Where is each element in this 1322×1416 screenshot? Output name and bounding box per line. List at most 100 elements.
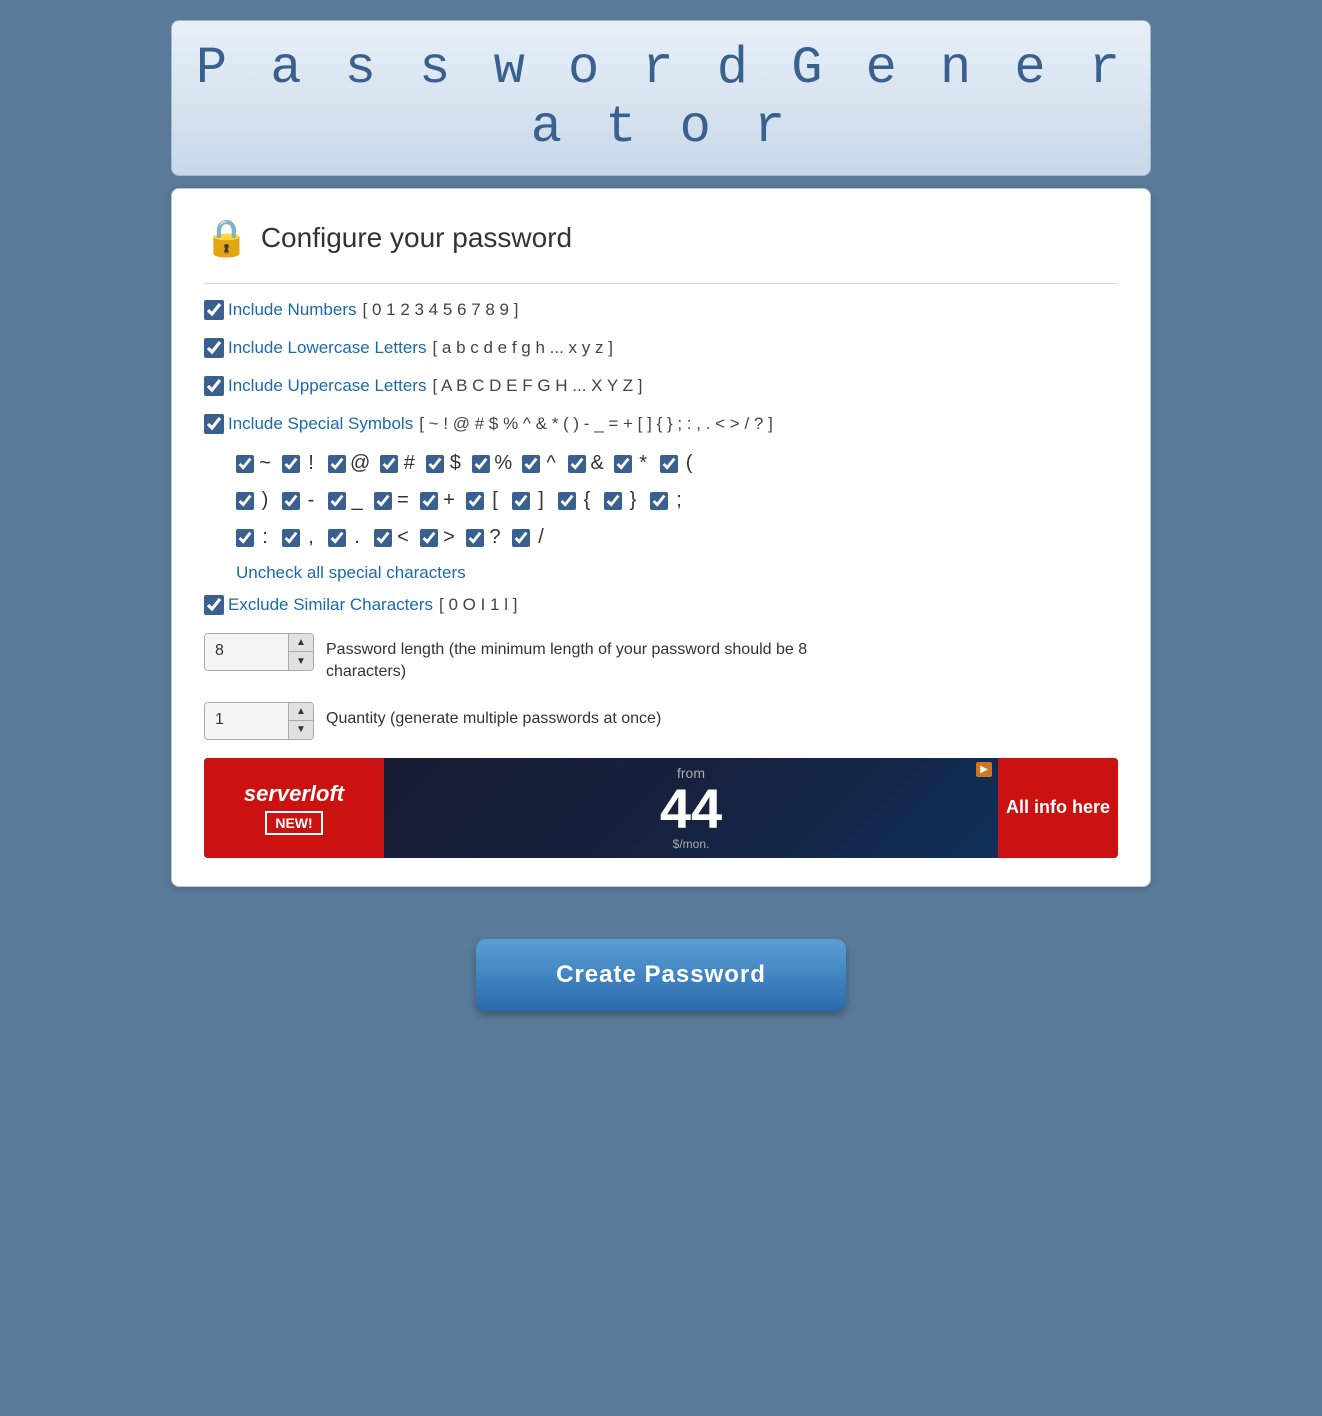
- char-checkbox-equals[interactable]: [374, 492, 392, 510]
- char-checkbox-lbracket[interactable]: [466, 492, 484, 510]
- char-checkbox-percent[interactable]: [472, 455, 490, 473]
- char-item-rparen: ): [236, 489, 272, 512]
- exclude-similar-checkbox[interactable]: [204, 595, 224, 615]
- include-lowercase-checkbox[interactable]: [204, 338, 224, 358]
- char-checkbox-tilde[interactable]: [236, 455, 254, 473]
- char-item-exclaim: !: [282, 452, 318, 475]
- password-length-label: Password length (the minimum length of y…: [326, 633, 826, 684]
- char-checkbox-minus[interactable]: [282, 492, 300, 510]
- char-checkbox-amp[interactable]: [568, 455, 586, 473]
- divider: [204, 283, 1118, 284]
- char-checkbox-question[interactable]: [466, 529, 484, 547]
- char-symbol-slash: /: [534, 526, 548, 549]
- exclude-similar-label[interactable]: Exclude Similar Characters: [228, 595, 433, 615]
- char-checkbox-exclaim[interactable]: [282, 455, 300, 473]
- char-checkbox-plus[interactable]: [420, 492, 438, 510]
- include-lowercase-suffix: [ a b c d e f g h ... x y z ]: [432, 338, 612, 358]
- char-checkbox-rbrace[interactable]: [604, 492, 622, 510]
- char-symbol-underscore: _: [350, 489, 364, 512]
- lock-icon: 🔒: [204, 217, 249, 259]
- include-special-label[interactable]: Include Special Symbols: [228, 414, 413, 434]
- char-checkbox-slash[interactable]: [512, 529, 530, 547]
- password-length-value: 8: [205, 634, 288, 670]
- char-symbol-amp: &: [590, 452, 604, 475]
- include-uppercase-row: Include Uppercase Letters [ A B C D E F …: [204, 376, 1118, 396]
- char-item-hash: #: [380, 452, 416, 475]
- char-checkbox-comma[interactable]: [282, 529, 300, 547]
- char-symbol-hash: #: [402, 452, 416, 475]
- char-item-amp: &: [568, 452, 604, 475]
- password-length-down-button[interactable]: ▼: [289, 652, 313, 670]
- char-checkbox-lparen[interactable]: [660, 455, 678, 473]
- char-item-at: @: [328, 452, 370, 475]
- char-item-semicolon: ;: [650, 489, 686, 512]
- char-symbol-lt: <: [396, 526, 410, 549]
- char-symbol-rbrace: }: [626, 489, 640, 512]
- char-item-plus: +: [420, 489, 456, 512]
- quantity-spinner[interactable]: 1 ▲ ▼: [204, 702, 314, 740]
- char-checkbox-rbracket[interactable]: [512, 492, 530, 510]
- char-item-slash: /: [512, 526, 548, 549]
- char-checkbox-at[interactable]: [328, 455, 346, 473]
- header-box: P a s s w o r d G e n e r a t o r: [171, 20, 1151, 176]
- char-symbol-comma: ,: [304, 526, 318, 549]
- char-symbol-semicolon: ;: [672, 489, 686, 512]
- char-checkbox-dollar[interactable]: [426, 455, 444, 473]
- page-wrapper: P a s s w o r d G e n e r a t o r 🔒 Conf…: [171, 20, 1151, 1031]
- char-checkbox-underscore[interactable]: [328, 492, 346, 510]
- char-symbol-period: .: [350, 526, 364, 549]
- include-special-checkbox[interactable]: [204, 414, 224, 434]
- include-lowercase-label[interactable]: Include Lowercase Letters: [228, 338, 426, 358]
- char-checkbox-hash[interactable]: [380, 455, 398, 473]
- char-symbol-equals: =: [396, 489, 410, 512]
- configure-heading: 🔒 Configure your password: [204, 217, 1118, 259]
- include-numbers-label[interactable]: Include Numbers: [228, 300, 357, 320]
- include-numbers-suffix: [ 0 1 2 3 4 5 6 7 8 9 ]: [363, 300, 519, 320]
- char-symbol-minus: -: [304, 489, 318, 512]
- exclude-similar-row: Exclude Similar Characters [ 0 O I 1 l ]: [204, 595, 1118, 615]
- uncheck-all-link[interactable]: Uncheck all special characters: [236, 563, 466, 583]
- quantity-down-button[interactable]: ▼: [289, 721, 313, 739]
- char-symbol-percent: %: [494, 452, 512, 475]
- ad-left: serverloft NEW!: [204, 758, 384, 858]
- quantity-up-button[interactable]: ▲: [289, 703, 313, 721]
- char-row-3: : , . < >: [236, 526, 1118, 549]
- quantity-label: Quantity (generate multiple passwords at…: [326, 702, 661, 730]
- password-length-buttons: ▲ ▼: [288, 634, 313, 670]
- char-checkbox-lt[interactable]: [374, 529, 392, 547]
- char-item-star: *: [614, 452, 650, 475]
- char-checkbox-semicolon[interactable]: [650, 492, 668, 510]
- password-length-row: 8 ▲ ▼ Password length (the minimum lengt…: [204, 633, 1118, 684]
- include-numbers-row: Include Numbers [ 0 1 2 3 4 5 6 7 8 9 ]: [204, 300, 1118, 320]
- special-chars-grid: ~ ! @ # $: [236, 452, 1118, 549]
- include-uppercase-label[interactable]: Include Uppercase Letters: [228, 376, 426, 396]
- ad-banner[interactable]: serverloft NEW! from 44 $/mon. ▶ All inf…: [204, 758, 1118, 858]
- char-symbol-plus: +: [442, 489, 456, 512]
- include-numbers-checkbox[interactable]: [204, 300, 224, 320]
- password-length-up-button[interactable]: ▲: [289, 634, 313, 652]
- ad-price: 44: [660, 781, 722, 837]
- char-checkbox-star[interactable]: [614, 455, 632, 473]
- char-symbol-caret: ^: [544, 452, 558, 475]
- char-item-dollar: $: [426, 452, 462, 475]
- char-item-comma: ,: [282, 526, 318, 549]
- char-symbol-colon: :: [258, 526, 272, 549]
- password-length-spinner[interactable]: 8 ▲ ▼: [204, 633, 314, 671]
- char-item-lbrace: {: [558, 489, 594, 512]
- create-password-button[interactable]: Create Password: [476, 939, 846, 1011]
- char-item-equals: =: [374, 489, 410, 512]
- char-symbol-lparen: (: [682, 452, 696, 475]
- char-item-caret: ^: [522, 452, 558, 475]
- ad-right: All info here: [998, 758, 1118, 858]
- char-checkbox-period[interactable]: [328, 529, 346, 547]
- char-item-lt: <: [374, 526, 410, 549]
- char-checkbox-rparen[interactable]: [236, 492, 254, 510]
- char-checkbox-gt[interactable]: [420, 529, 438, 547]
- char-checkbox-caret[interactable]: [522, 455, 540, 473]
- char-checkbox-colon[interactable]: [236, 529, 254, 547]
- char-row-2: ) - _ = +: [236, 489, 1118, 512]
- char-checkbox-lbrace[interactable]: [558, 492, 576, 510]
- char-item-period: .: [328, 526, 364, 549]
- include-uppercase-checkbox[interactable]: [204, 376, 224, 396]
- ad-center: from 44 $/mon.: [384, 765, 998, 851]
